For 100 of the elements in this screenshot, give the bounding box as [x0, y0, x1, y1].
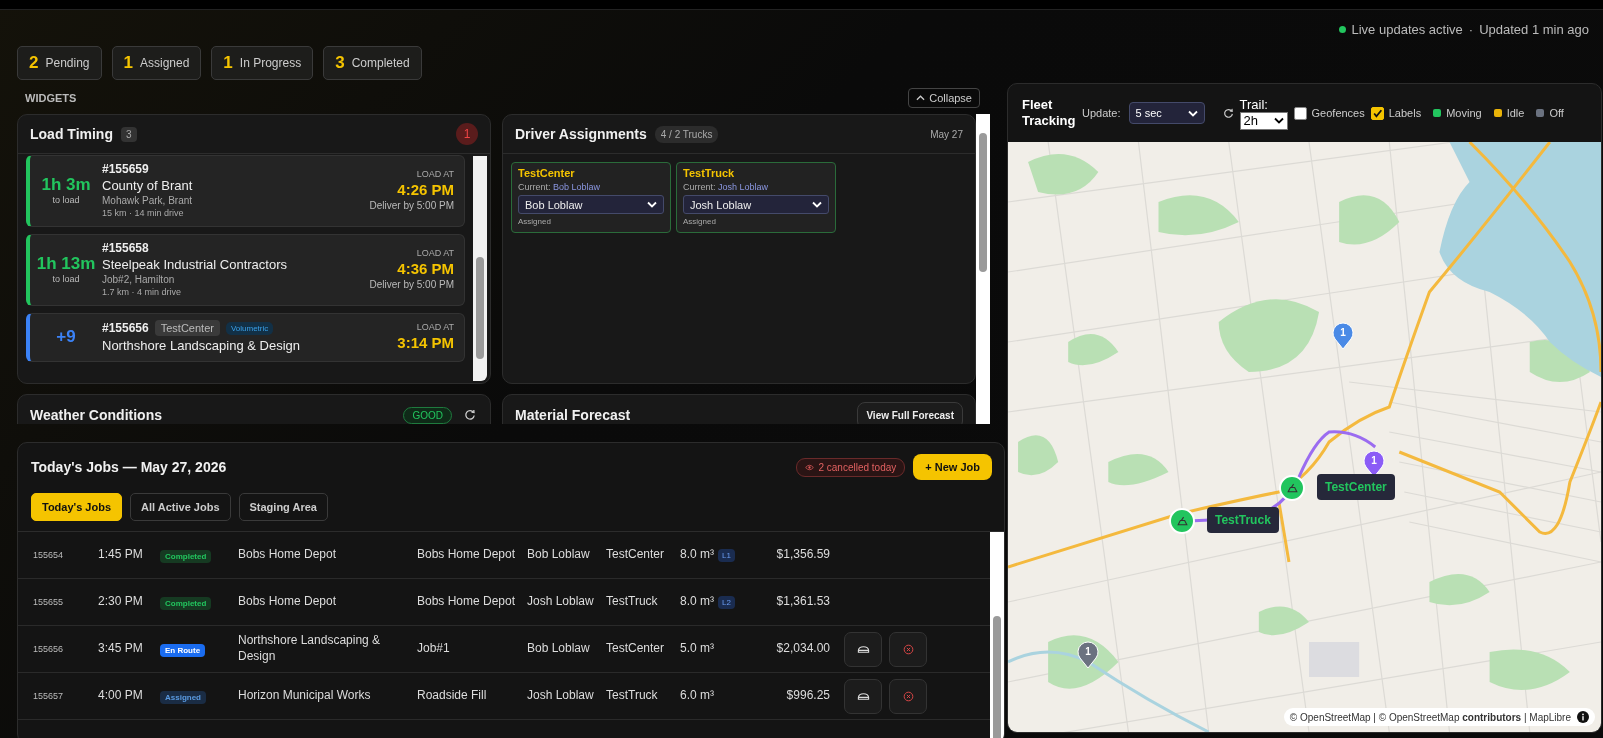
- amount-cell-text: $2,034.00: [775, 641, 830, 657]
- volume-cell: 8.0 m³: [680, 547, 714, 563]
- eye-icon: [805, 463, 815, 471]
- info-icon[interactable]: [1577, 711, 1589, 723]
- countdown: 1h 3m: [41, 175, 91, 195]
- trail-label: Trail:: [1239, 96, 1269, 112]
- alert-badge: 1: [456, 123, 478, 145]
- legend-label: Idle: [1506, 107, 1525, 119]
- site-cell-text: Roadside Fill: [417, 688, 488, 704]
- truck-cell-text: TestCenter: [606, 547, 666, 563]
- job-tag: Volumetric: [225, 321, 274, 335]
- time-cell-text: 1:45 PM: [98, 547, 144, 563]
- machine-icon: [1175, 514, 1189, 528]
- jobs-tab[interactable]: Staging Area: [238, 493, 328, 521]
- status-badge: Assigned: [160, 691, 206, 704]
- vehicle-button[interactable]: [844, 678, 882, 714]
- vehicle-label: TestTruck: [1207, 507, 1279, 533]
- job-id-cell-text: 155654: [33, 550, 65, 560]
- assignment-status: Assigned: [518, 217, 552, 226]
- job-row[interactable]: 155654 1:45 PM Completed Bobs Home Depot Bobs Home Depot Bob Loblaw TestCenter 8.0 m³ L1 $1,356.59: [18, 532, 990, 579]
- job-row[interactable]: 155657 4:00 PM Assigned Horizon Municipal Works Roadside Fill Josh Loblaw TestTruck 6.0 m³ $996.25: [18, 673, 990, 720]
- job-number: #155656: [102, 321, 149, 335]
- load-card[interactable]: 1h 3m to load #155659 County of Brant Mohawk Park, Brant 15 km · 14 min drive LOAD AT 4:26 PM Deliver by 5:00 PM: [26, 155, 465, 227]
- volume-cell: 5.0 m³: [680, 641, 714, 657]
- map-pin[interactable]: 1: [1077, 641, 1099, 669]
- count-badge: 3: [120, 126, 137, 142]
- status-count-chip[interactable]: 1 In Progress: [211, 46, 314, 80]
- fleet-title: Fleet Tracking: [1022, 96, 1076, 130]
- checkbox-label: Geofences: [1311, 107, 1365, 119]
- scrollbar[interactable]: [976, 114, 990, 424]
- truck-name: TestCenter: [518, 167, 576, 179]
- customer-cell-text: Northshore Landscaping & Design: [238, 633, 382, 665]
- collapse-button[interactable]: Collapse: [908, 88, 980, 108]
- time-cell-text: 3:45 PM: [98, 641, 144, 657]
- job-tag: TestCenter: [154, 320, 220, 336]
- load-time: 4:26 PM: [397, 181, 454, 198]
- panel-title: Load Timing: [30, 126, 113, 142]
- truck-name: TestTruck: [683, 167, 736, 179]
- customer-name: Steelpeak Industrial Contractors: [102, 257, 288, 272]
- time-cell-text: 2:30 PM: [98, 594, 144, 610]
- live-status-text: Live updates active: [1351, 21, 1463, 37]
- job-row[interactable]: 155656 3:45 PM En Route Northshore Landscaping & Design Job#1 Bob Loblaw TestCenter 5.0 m³ $2,034.00: [18, 626, 990, 673]
- driver-select[interactable]: Bob Loblaw: [518, 195, 664, 214]
- truck-cell-text: TestTruck: [606, 594, 659, 610]
- load-at-label: LOAD AT: [416, 248, 454, 258]
- job-location: Job#2, Hamilton: [102, 274, 176, 285]
- drive-distance: 15 km · 14 min drive: [102, 208, 185, 218]
- status-badge: Completed: [160, 597, 212, 610]
- load-card[interactable]: 1h 13m to load #155658 Steelpeak Industrial Contractors Job#2, Hamilton 1.7 km · 4 min drive LOAD AT 4:36 PM Deliver by 5:00 PM: [26, 234, 465, 306]
- load-tag: L1: [718, 548, 735, 562]
- load-card[interactable]: +9 #155656 TestCenter Volumetric Northshore Landscaping & Design LOAD AT 3:14 PM: [26, 313, 465, 362]
- vehicle-button[interactable]: [844, 631, 882, 667]
- deliver-by: Deliver by 5:00 PM: [369, 200, 454, 211]
- updated-time: Updated 1 min ago: [1479, 21, 1589, 37]
- jobs-tab[interactable]: All Active Jobs: [130, 493, 231, 521]
- load-at-label: LOAD AT: [416, 169, 454, 179]
- status-count-chip[interactable]: 2 Pending: [17, 46, 102, 80]
- customer-cell-text: Bobs Home Depot: [238, 594, 338, 610]
- status-count-chip[interactable]: 3 Completed: [323, 46, 422, 80]
- weather-status-badge: GOOD: [403, 406, 452, 424]
- driver-cell-text: Bob Loblaw: [527, 641, 591, 657]
- cancel-icon: [901, 690, 915, 702]
- refresh-icon[interactable]: [464, 409, 476, 421]
- legend-label: Moving: [1446, 107, 1482, 119]
- scrollbar[interactable]: [473, 156, 487, 381]
- jobs-title: Today's Jobs — May 27, 2026: [31, 459, 227, 475]
- checkbox[interactable]: [1293, 106, 1307, 120]
- driver-select[interactable]: Josh Loblaw: [683, 195, 829, 214]
- checkbox[interactable]: [1370, 106, 1384, 120]
- car-icon: [856, 690, 870, 702]
- customer-cell-text: Bobs Home Depot: [238, 547, 338, 563]
- scrollbar[interactable]: [990, 532, 1004, 738]
- update-interval-select[interactable]: 5 sec: [1128, 102, 1205, 124]
- view-forecast-button[interactable]: View Full Forecast: [857, 401, 963, 424]
- new-job-button[interactable]: + New Job: [913, 454, 992, 480]
- separator-dot: ·: [1468, 21, 1474, 37]
- trail-select[interactable]: 2h: [1239, 111, 1288, 130]
- site-cell-text: Bobs Home Depot: [417, 594, 517, 610]
- job-row[interactable]: 155655 2:30 PM Completed Bobs Home Depot Bobs Home Depot Josh Loblaw TestTruck 8.0 m³ L2 $1,361.53: [18, 579, 990, 626]
- machine-icon: [1285, 481, 1299, 495]
- panel-date: May 27: [930, 128, 963, 140]
- cancelled-badge[interactable]: 2 cancelled today: [796, 457, 906, 477]
- driver-cell-text: Josh Loblaw: [527, 688, 595, 704]
- status-badge: En Route: [160, 644, 206, 657]
- countdown-label: to load: [52, 274, 80, 284]
- assignment-status: Assigned: [683, 217, 717, 226]
- jobs-tab[interactable]: Today's Jobs: [31, 493, 123, 521]
- refresh-icon[interactable]: [1222, 107, 1234, 119]
- live-status-dot: [1338, 25, 1346, 33]
- countdown: +9: [56, 326, 76, 347]
- driver-cell-text: Bob Loblaw: [527, 547, 591, 563]
- chevron-down-icon: [812, 201, 822, 208]
- amount-cell-text: $996.25: [785, 688, 830, 704]
- truck-cell-text: TestTruck: [606, 688, 659, 704]
- chevron-down-icon: [1273, 117, 1284, 124]
- volume-cell: 6.0 m³: [680, 688, 714, 704]
- status-count-chip[interactable]: 1 Assigned: [111, 46, 202, 80]
- amount-cell-text: $1,361.53: [775, 594, 830, 610]
- panel-title: Driver Assignments: [515, 126, 647, 142]
- cancel-icon: [901, 643, 915, 655]
